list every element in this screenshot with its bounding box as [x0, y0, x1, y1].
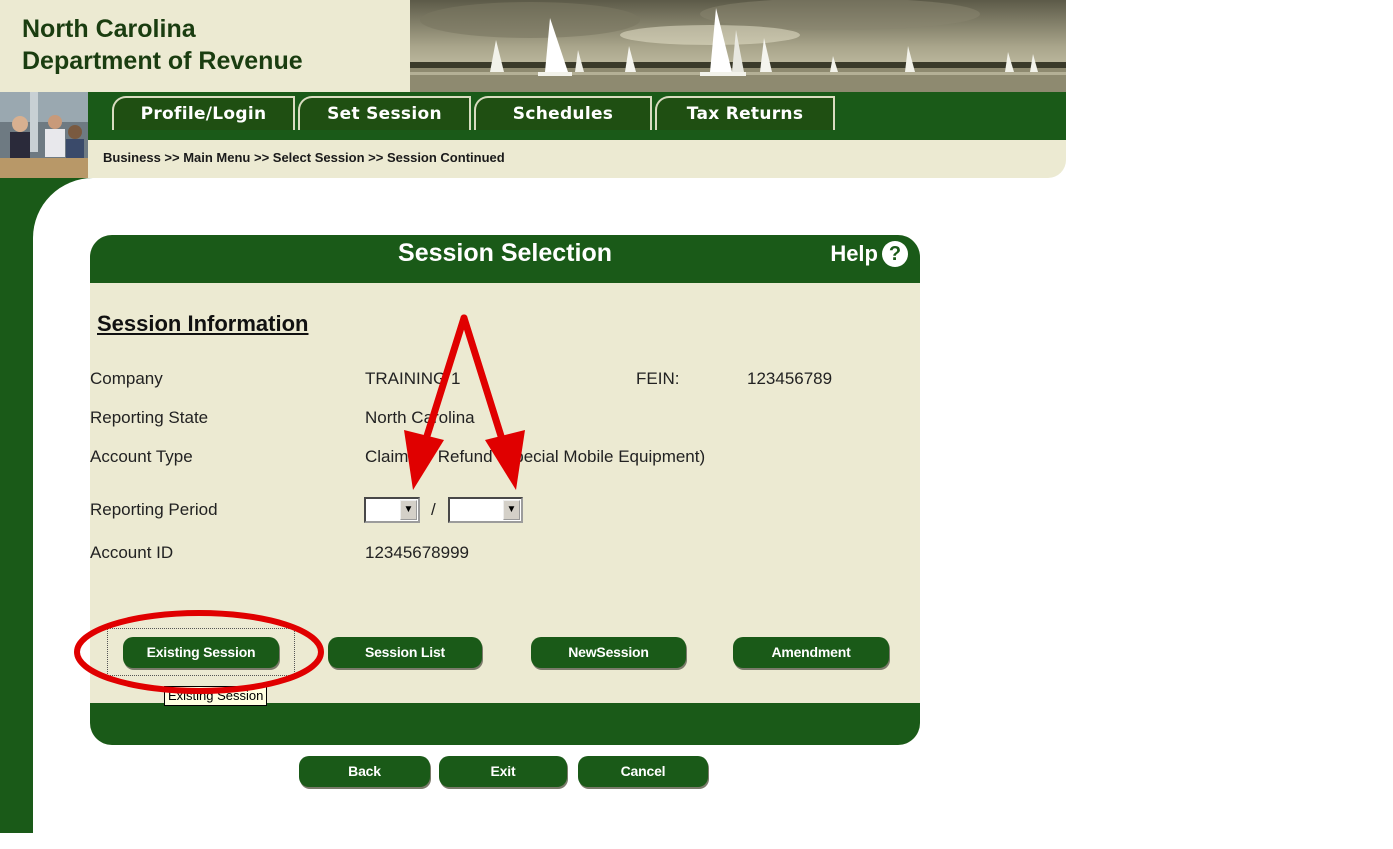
red-arrow-right — [460, 314, 510, 456]
red-arrowhead-left — [404, 430, 444, 490]
red-circle-annotation — [74, 610, 324, 694]
red-arrowhead-right — [485, 430, 525, 490]
red-annotation-overlay — [74, 314, 525, 694]
red-arrow-left — [418, 314, 468, 456]
